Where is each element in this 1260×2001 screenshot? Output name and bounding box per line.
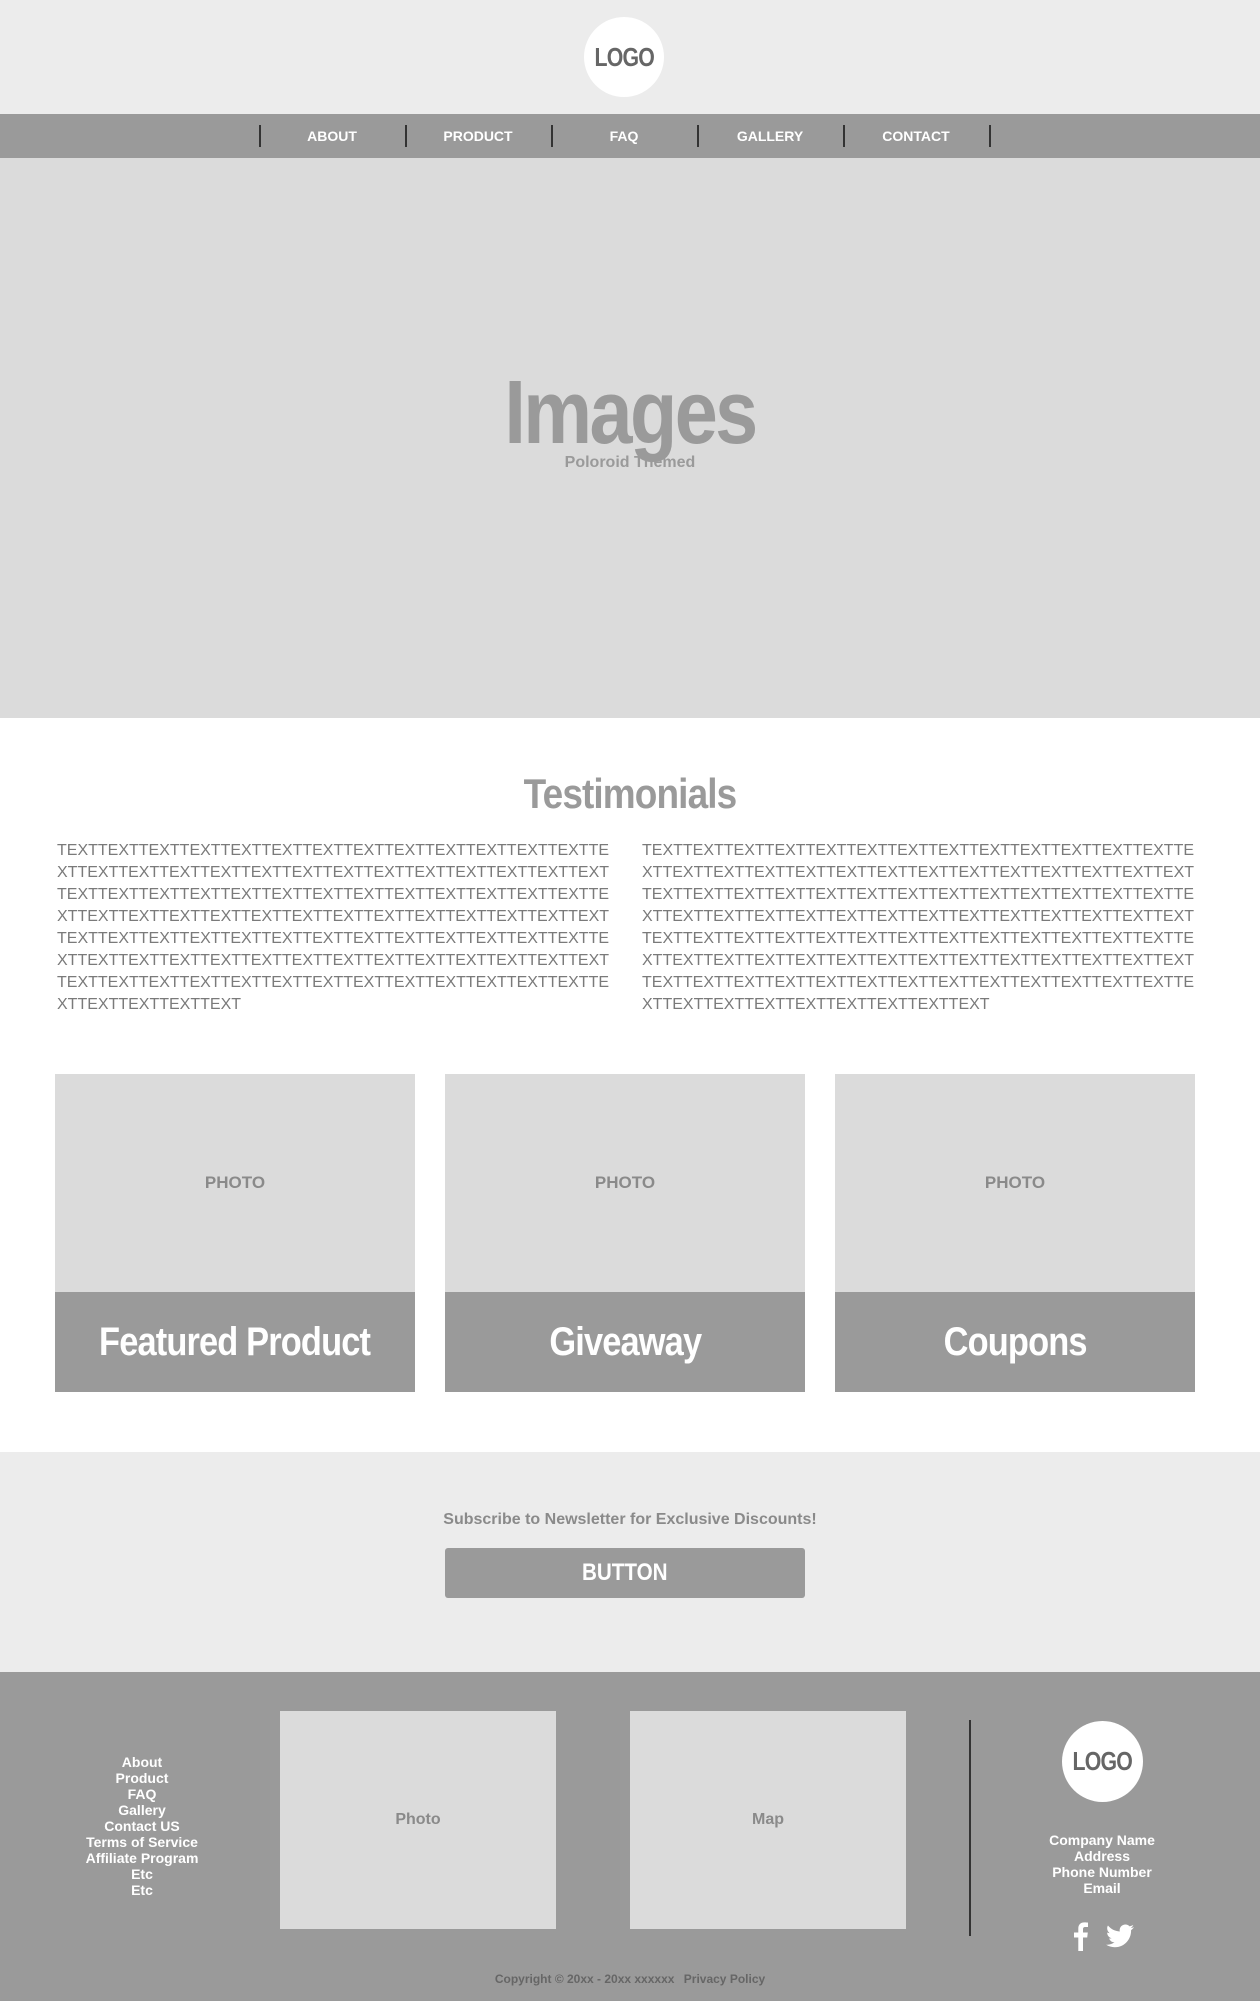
footer-link-about[interactable]: About — [62, 1754, 222, 1770]
company-info: Company Name Address Phone Number Email — [1000, 1832, 1204, 1896]
footer-link-faq[interactable]: FAQ — [62, 1786, 222, 1802]
hero-subtitle: Poloroid Themed — [564, 454, 696, 471]
card-coupons[interactable]: PHOTO Coupons — [835, 1074, 1195, 1392]
nav-item-gallery[interactable]: GALLERY — [698, 114, 842, 158]
twitter-icon[interactable] — [1106, 1924, 1134, 1948]
card-label: Coupons — [835, 1292, 1195, 1392]
footer-link-gallery[interactable]: Gallery — [62, 1802, 222, 1818]
company-phone: Phone Number — [1052, 1864, 1152, 1880]
hero-title: Images — [504, 363, 758, 463]
nav-divider — [989, 125, 991, 147]
card-giveaway[interactable]: PHOTO Giveaway — [445, 1074, 805, 1392]
subscribe-button[interactable]: BUTTON — [445, 1548, 805, 1598]
footer-link-affiliate[interactable]: Affiliate Program — [62, 1850, 222, 1866]
card-label-text: Coupons — [943, 1319, 1087, 1364]
newsletter-text: Subscribe to Newsletter for Exclusive Di… — [443, 1511, 817, 1528]
card-label: Featured Product — [55, 1292, 415, 1392]
footer-links: About Product FAQ Gallery Contact US Ter… — [62, 1754, 222, 1898]
company-address: Address — [1073, 1848, 1131, 1864]
footer-link-etc[interactable]: Etc — [62, 1866, 222, 1882]
hero-banner: Images Poloroid Themed — [0, 158, 1260, 718]
card-label-text: Featured Product — [99, 1319, 371, 1364]
footer-link-contact[interactable]: Contact US — [62, 1818, 222, 1834]
main-nav: ABOUT PRODUCT FAQ GALLERY CONTACT — [0, 114, 1260, 158]
site-header: LOGO — [0, 0, 1260, 114]
testimonial-right: TEXTTEXTTEXTTEXTTEXTTEXTTEXTTEXTTEXTTEXT… — [642, 842, 1195, 1013]
nav-item-faq[interactable]: FAQ — [552, 114, 696, 158]
subscribe-button-label: BUTTON — [582, 1559, 668, 1586]
footer-photo: Photo — [280, 1711, 556, 1929]
header-logo[interactable]: LOGO — [584, 17, 664, 97]
footer-link-terms[interactable]: Terms of Service — [62, 1834, 222, 1850]
footer-link-etc[interactable]: Etc — [62, 1882, 222, 1898]
card-photo: PHOTO — [835, 1074, 1195, 1292]
testimonial-left: TEXTTEXTTEXTTEXTTEXTTEXTTEXTTEXTTEXTTEXT… — [57, 842, 610, 1013]
nav-item-about[interactable]: ABOUT — [260, 114, 404, 158]
privacy-policy-link[interactable]: Privacy Policy — [684, 1972, 765, 1986]
facebook-icon[interactable] — [1071, 1921, 1089, 1951]
card-featured-product[interactable]: PHOTO Featured Product — [55, 1074, 415, 1392]
card-label: Giveaway — [445, 1292, 805, 1392]
nav-item-contact[interactable]: CONTACT — [844, 114, 988, 158]
testimonials-heading: Testimonials — [523, 770, 738, 817]
company-email: Email — [1083, 1880, 1121, 1896]
card-photo: PHOTO — [445, 1074, 805, 1292]
logo-text: LOGO — [1072, 1746, 1133, 1776]
copyright-bar: Copyright © 20xx - 20xx xxxxxx Privacy P… — [0, 1972, 1260, 1986]
site-footer: About Product FAQ Gallery Contact US Ter… — [0, 1672, 1260, 2001]
company-name: Company Name — [1049, 1832, 1155, 1848]
footer-link-product[interactable]: Product — [62, 1770, 222, 1786]
footer-map[interactable]: Map — [630, 1711, 906, 1929]
footer-logo[interactable]: LOGO — [1062, 1721, 1143, 1802]
card-label-text: Giveaway — [549, 1319, 702, 1364]
copyright-text: Copyright © 20xx - 20xx xxxxxx — [494, 1972, 675, 1986]
nav-item-product[interactable]: PRODUCT — [406, 114, 550, 158]
card-photo: PHOTO — [55, 1074, 415, 1292]
newsletter-section: Subscribe to Newsletter for Exclusive Di… — [0, 1452, 1260, 1672]
footer-divider — [969, 1720, 971, 1936]
logo-text: LOGO — [594, 41, 654, 72]
